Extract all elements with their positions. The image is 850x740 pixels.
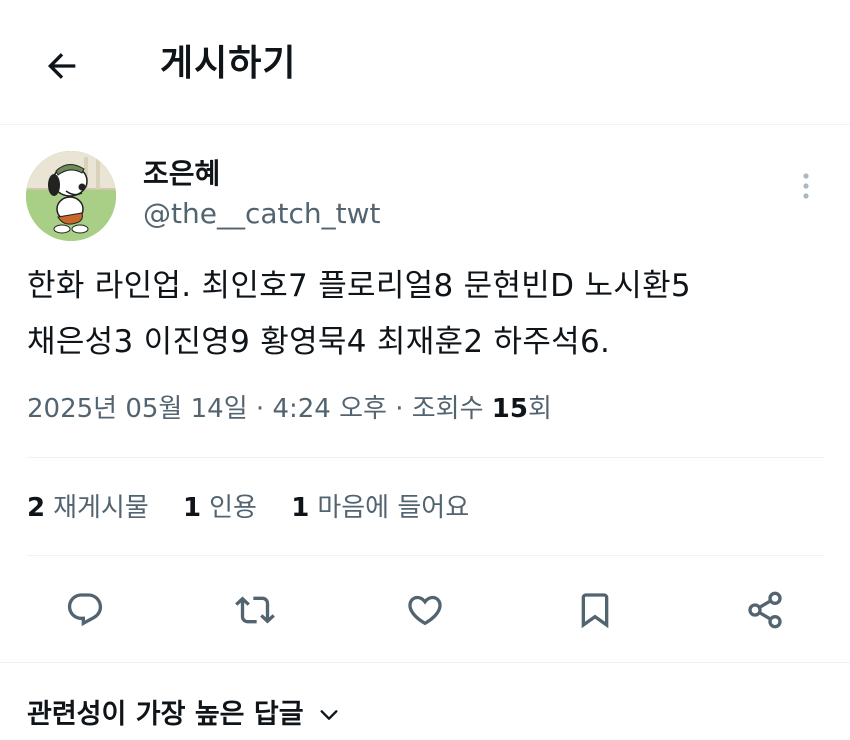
- post-time[interactable]: 4:24 오후: [272, 394, 387, 424]
- post-text: 한화 라인업. 최인호7 플로리얼8 문현빈D 노시환5 채은성3 이진영9 황…: [27, 268, 691, 360]
- page-title: 게시하기: [160, 43, 297, 84]
- reposts-label: 재게시물: [53, 493, 149, 523]
- back-button[interactable]: [36, 40, 88, 92]
- post-meta: 2025년 05월 14일 · 4:24 오후 · 조회수 15회: [27, 387, 552, 431]
- meta-separator: ·: [255, 394, 265, 424]
- quotes-stat[interactable]: 1 인용: [183, 486, 257, 530]
- top-bar: 게시하기: [0, 0, 850, 124]
- reply-sort-label: 관련성이 가장 높은 답글: [27, 699, 304, 730]
- actions-divider: [0, 662, 850, 663]
- likes-stat[interactable]: 1 마음에 들어요: [291, 486, 469, 530]
- repost-button[interactable]: [227, 582, 283, 638]
- stats-divider: [27, 555, 824, 556]
- bookmark-button[interactable]: [567, 582, 623, 638]
- author-avatar[interactable]: [26, 151, 116, 241]
- more-options-button[interactable]: [788, 166, 824, 206]
- repost-icon: [235, 596, 275, 624]
- snoopy-avatar: [26, 151, 116, 241]
- likes-count: 1: [291, 493, 310, 523]
- reply-icon: [67, 593, 103, 627]
- share-button[interactable]: [737, 582, 793, 638]
- likes-label: 마음에 들어요: [317, 493, 470, 523]
- post-date[interactable]: 2025년 05월 14일: [27, 394, 248, 424]
- reposts-stat[interactable]: 2 재게시물: [27, 486, 149, 530]
- more-vertical-icon: [803, 173, 809, 199]
- meta-separator: ·: [395, 394, 404, 424]
- engagement-stats: 2 재게시물 1 인용 1 마음에 들어요: [27, 486, 495, 530]
- quotes-count: 1: [183, 493, 202, 523]
- reply-sort-dropdown[interactable]: 관련성이 가장 높은 답글: [27, 694, 340, 736]
- author-name[interactable]: 조은혜: [143, 155, 220, 193]
- chevron-down-icon: [318, 704, 340, 726]
- share-icon: [748, 591, 782, 629]
- bookmark-icon: [581, 593, 609, 629]
- header-divider: [0, 124, 850, 125]
- quotes-label: 인용: [209, 493, 257, 523]
- author-handle[interactable]: @the__catch_twt: [143, 196, 380, 232]
- heart-icon: [408, 595, 442, 626]
- reply-button[interactable]: [57, 582, 113, 638]
- action-bar: [0, 582, 850, 638]
- views-count: 15: [491, 394, 528, 424]
- arrow-left-icon: [47, 53, 76, 79]
- meta-divider: [27, 457, 824, 458]
- views-suffix: 회: [527, 394, 552, 424]
- reposts-count: 2: [27, 493, 46, 523]
- like-button[interactable]: [397, 582, 453, 638]
- views-label: 조회수: [411, 394, 484, 424]
